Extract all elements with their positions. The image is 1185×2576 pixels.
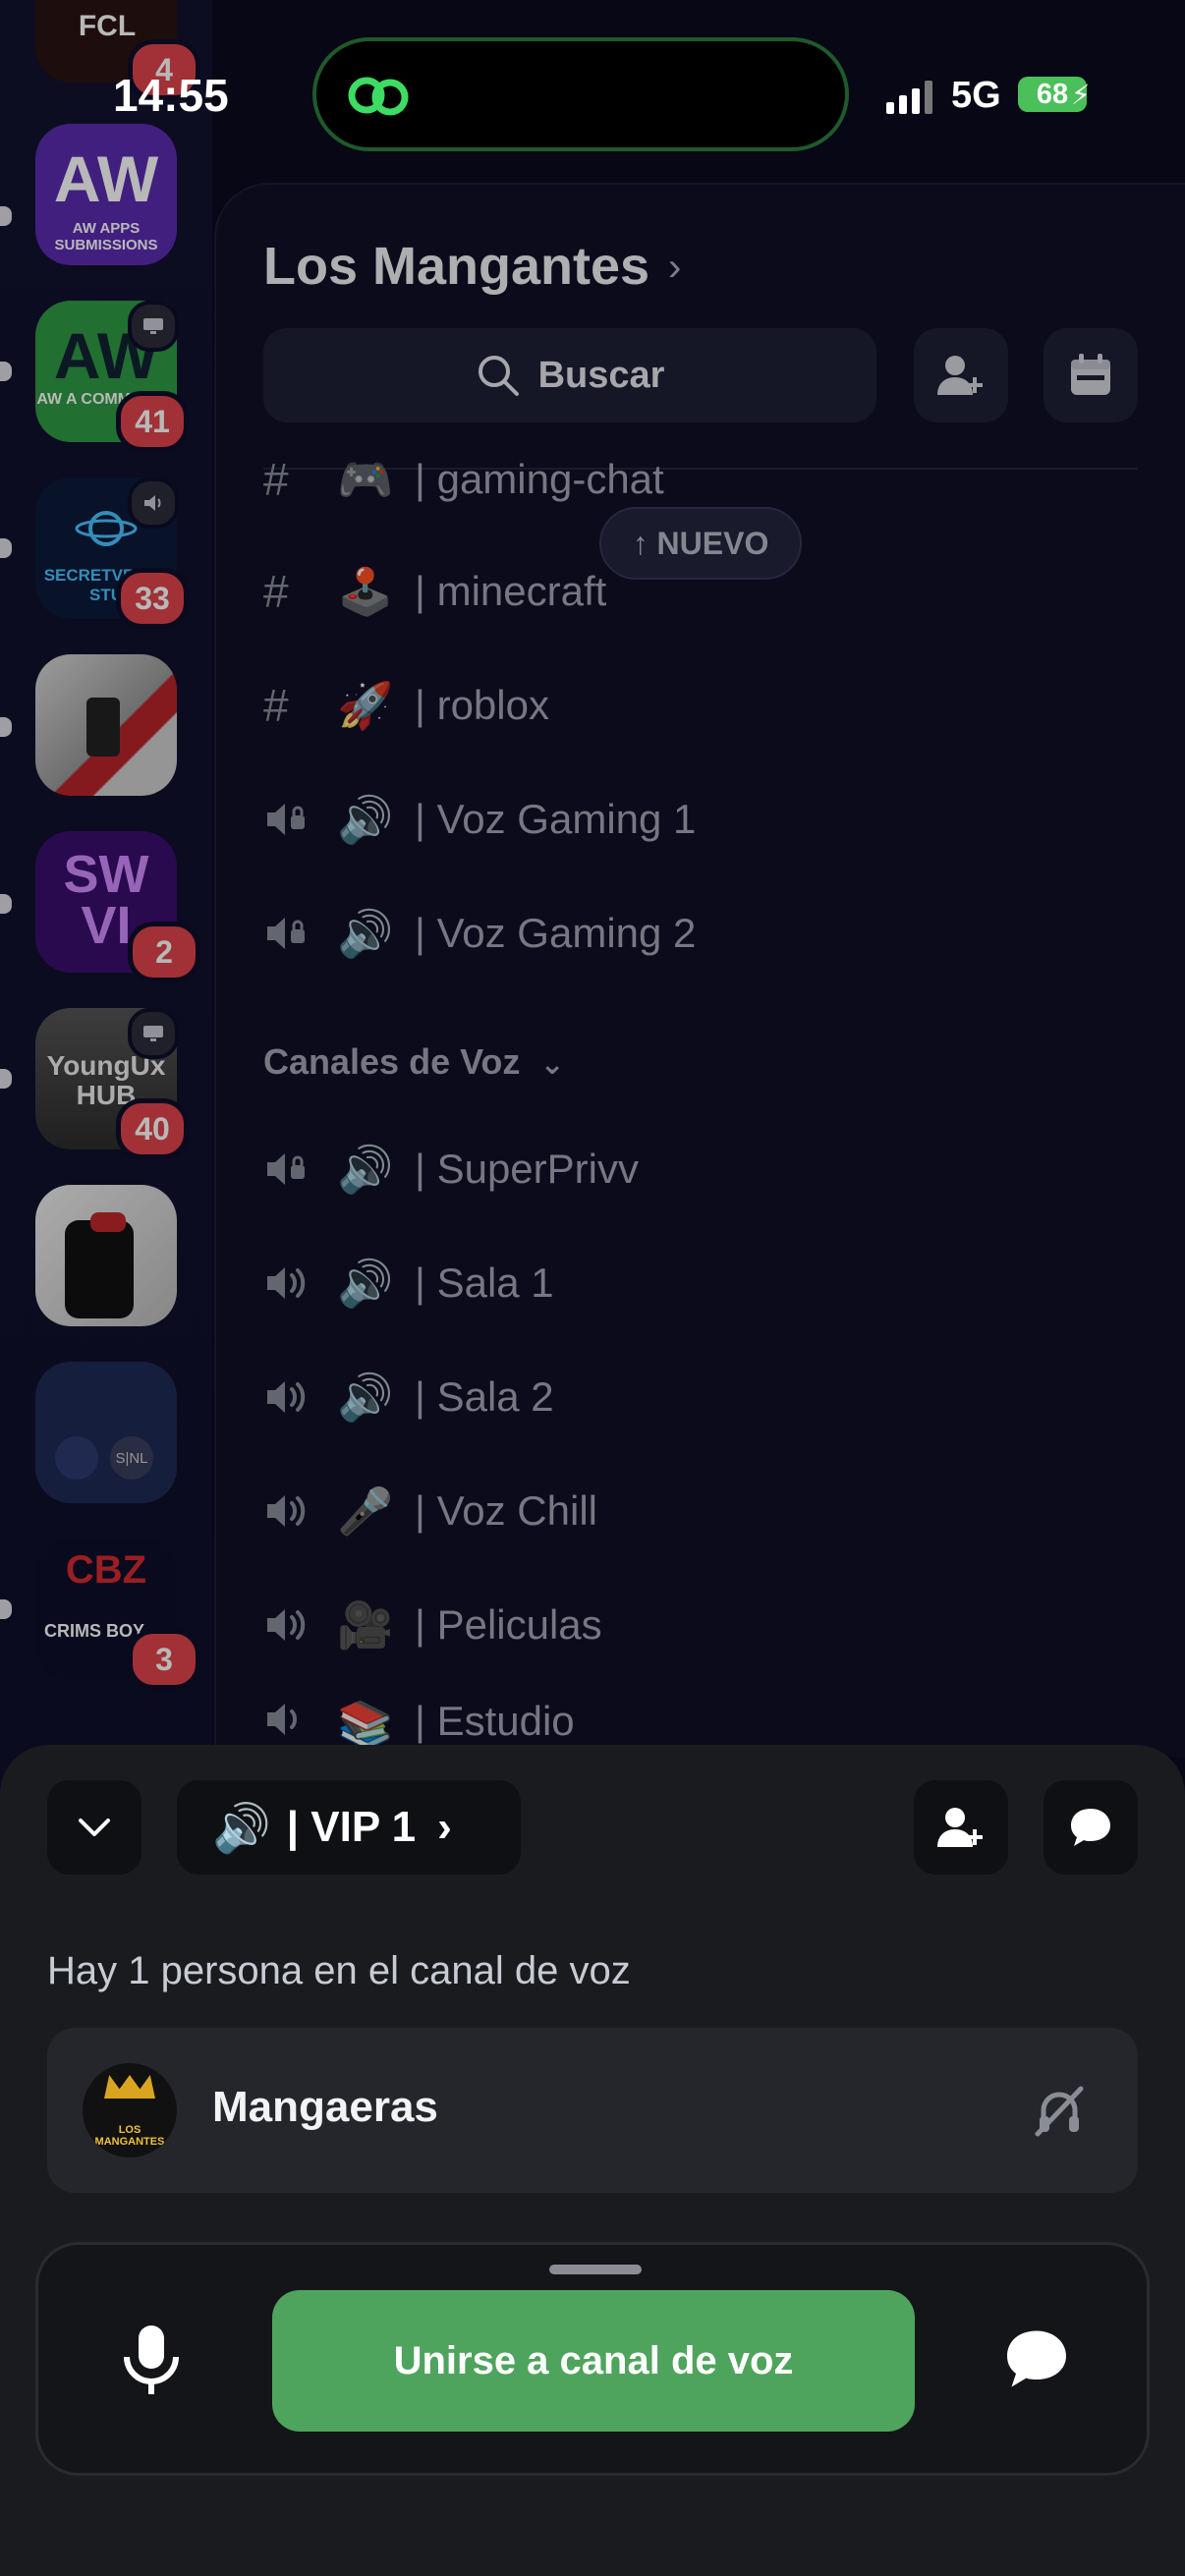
collapse-button[interactable] [47,1780,141,1875]
drag-handle[interactable] [549,2265,642,2274]
member-name: Mangaeras [212,2083,438,2131]
crown-icon [104,2075,155,2099]
join-voice-button[interactable]: Unirse a canal de voz [272,2290,915,2432]
deafened-icon [1035,2086,1084,2137]
invite-to-voice-button[interactable] [914,1780,1008,1875]
chevron-down-icon [79,1819,110,1836]
network-type: 5G [951,75,1001,116]
channel-emoji: 🔊 [212,1802,271,1855]
signal-icon [886,81,932,114]
link-activity-icon [348,77,409,116]
chat-bubble-icon [1071,1809,1110,1846]
people-count: Hay 1 persona en el canal de voz [47,1949,631,1992]
dynamic-island [312,37,849,151]
avatar: LOS MANGANTES [83,2063,177,2157]
status-time: 14:55 [113,70,229,121]
battery-level: 68 [1036,78,1069,110]
voice-channel-title-button[interactable]: 🔊 | VIP 1 › [177,1780,521,1875]
chevron-right-icon: › [437,1803,452,1851]
voice-channel-name: | VIP 1 [286,1803,417,1851]
add-user-icon [937,1808,983,1847]
avatar-text: LOS MANGANTES [94,2124,165,2148]
voice-chat-button[interactable] [1044,1780,1138,1875]
voice-member-row[interactable]: LOS MANGANTES Mangaeras [47,2028,1138,2193]
join-dock: Unirse a canal de voz [35,2242,1150,2476]
chat-bubble-icon[interactable] [1001,2324,1072,2394]
charging-icon: ⚡ [1071,80,1091,110]
microphone-icon[interactable] [117,2324,186,2398]
